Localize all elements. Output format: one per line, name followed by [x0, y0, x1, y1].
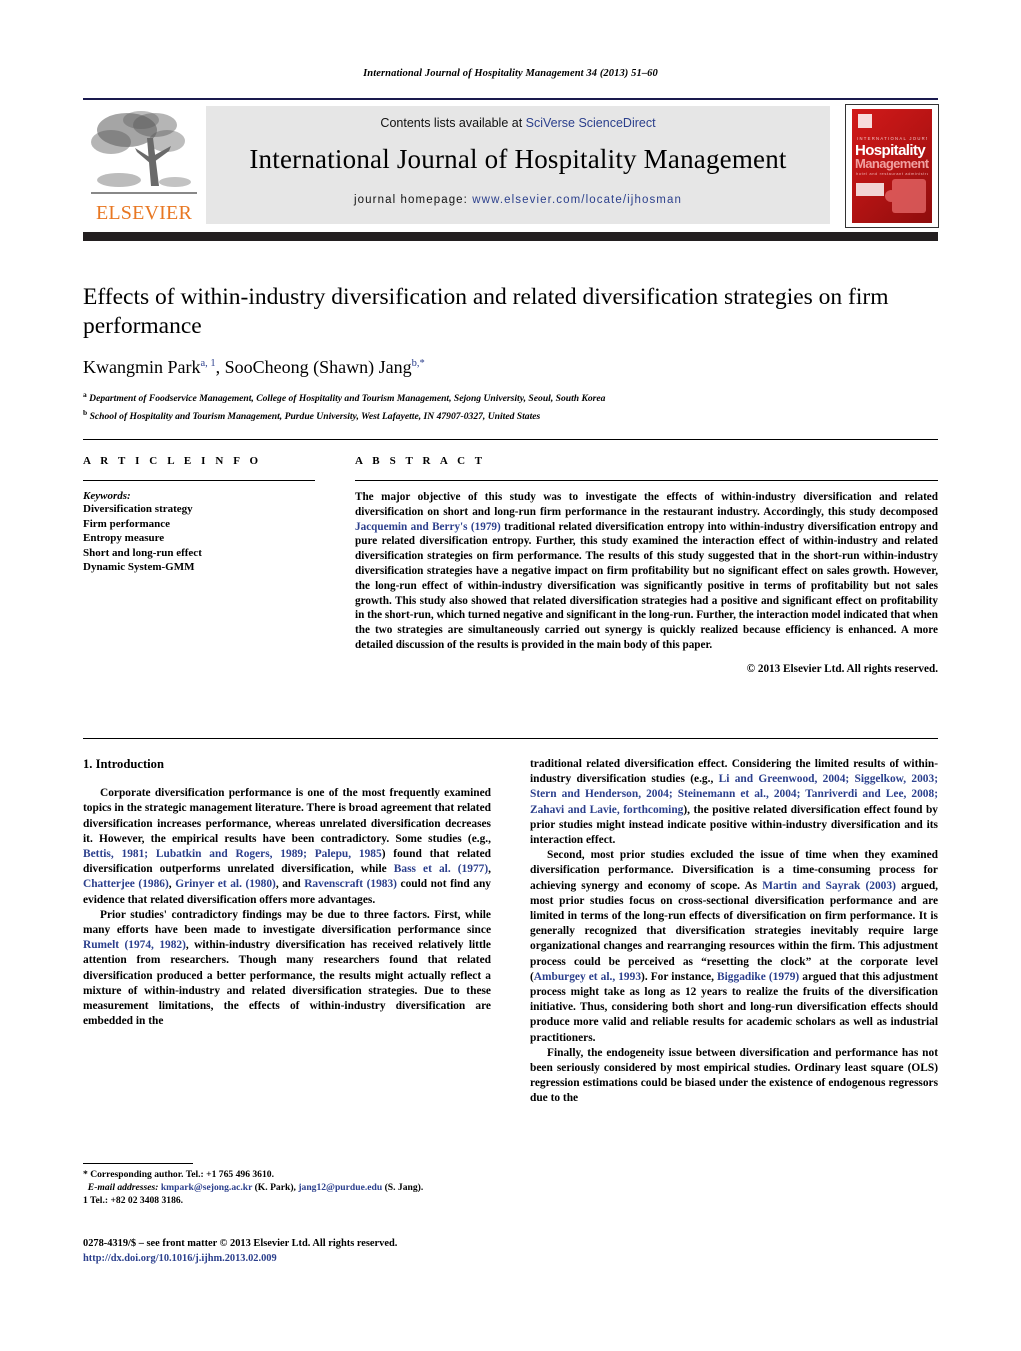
list-item: Diversification strategy: [83, 503, 193, 515]
affiliation-a: a Department of Foodservice Management, …: [83, 388, 938, 406]
article-info-bottom-rule: [83, 738, 938, 739]
citation-rumelt[interactable]: Rumelt (1974, 1982): [83, 939, 186, 951]
email-label: E-mail addresses:: [87, 1182, 159, 1194]
abstract-part-1: The major objective of this study was to…: [355, 491, 938, 518]
keyword-list: Diversification strategy Firm performanc…: [83, 502, 315, 575]
email-owner-park: (K. Park),: [254, 1182, 296, 1194]
email-link-jang[interactable]: jang12@purdue.edu: [298, 1182, 382, 1193]
text-run: ,: [488, 863, 491, 876]
paragraph: Prior studies' contradictory findings ma…: [83, 908, 491, 1030]
journal-article-page: International Journal of Hospitality Man…: [0, 0, 1021, 1351]
footnote-1-tel: 1 Tel.: +82 02 3408 3186.: [83, 1195, 184, 1207]
footnote-rule: [83, 1163, 193, 1164]
author-marks-2: b,*: [411, 358, 425, 369]
puzzle-piece-icon: [885, 179, 926, 213]
email-note: E-mail addresses: kmpark@sejong.ac.kr (K…: [83, 1181, 491, 1194]
author-marks-1: a, 1: [200, 358, 216, 369]
imprint-block: 0278-4319/$ – see front matter © 2013 El…: [83, 1236, 553, 1266]
affiliation-b-text: School of Hospitality and Tourism Manage…: [89, 410, 541, 422]
copyright-line: © 2013 Elsevier Ltd. All rights reserved…: [746, 662, 938, 675]
citation-amburgey[interactable]: Amburgey et al., 1993: [534, 971, 641, 983]
text-run: ). For instance,: [641, 970, 718, 983]
paragraph: Second, most prior studies excluded the …: [530, 848, 938, 1046]
article-info-column: A R T I C L E I N F O Keywords: Diversif…: [83, 455, 315, 575]
journal-band: Contents lists available at SciVerse Sci…: [206, 106, 830, 224]
footnote-block: * Corresponding author. Tel.: +1 765 496…: [83, 1168, 491, 1208]
affiliation-a-text: Department of Foodservice Management, Co…: [89, 393, 606, 405]
paragraph: traditional related diversification effe…: [530, 757, 938, 848]
elsevier-logo: ELSEVIER: [85, 106, 203, 224]
cover-subtitle: hotel and restaurant administration: [856, 171, 928, 176]
cover-badge: [856, 183, 884, 196]
affiliation-b-mark: b: [83, 407, 88, 417]
journal-title: International Journal of Hospitality Man…: [249, 144, 787, 174]
doi-link[interactable]: http://dx.doi.org/10.1016/j.ijhm.2013.02…: [83, 1251, 553, 1266]
list-item: Short and long-run effect: [83, 546, 202, 559]
email-link-park[interactable]: kmpark@sejong.ac.kr: [161, 1182, 252, 1193]
paragraph: Corporate diversification performance is…: [83, 786, 491, 908]
citation-bass[interactable]: Bass et al. (1977): [394, 863, 488, 875]
article-info-heading: A R T I C L E I N F O: [83, 455, 262, 467]
abstract-part-2: traditional related diversification entr…: [355, 520, 938, 651]
citation-ravenscraft[interactable]: Ravenscraft (1983): [304, 878, 397, 890]
homepage-url[interactable]: www.elsevier.com/locate/ijhosman: [472, 194, 682, 206]
contents-prefix: Contents lists available at: [380, 116, 526, 130]
citation-martin-sayrak[interactable]: Martin and Sayrak (2003): [762, 880, 896, 892]
article-info-rule: [83, 480, 315, 481]
elsevier-tree-icon: [91, 111, 197, 194]
citation-biggadike[interactable]: Biggadike (1979): [717, 971, 799, 983]
keywords-label: Keywords:: [83, 490, 131, 502]
journal-cover-thumbnail: INTERNATIONAL JOURNAL OF Hospitality Man…: [845, 104, 939, 228]
abstract-text: The major objective of this study was to…: [355, 490, 938, 653]
author-name-2: SooCheong (Shawn) Jang: [224, 357, 412, 377]
author-list: Kwangmin Parka, 1, SooCheong (Shawn) Jan…: [83, 357, 938, 378]
article-info-top-rule: [83, 439, 938, 440]
citation-jacquemin-berry[interactable]: Jacquemin and Berry's (1979): [355, 521, 501, 533]
author-name-1: Kwangmin Park: [83, 357, 201, 377]
section-heading-introduction: 1. Introduction: [83, 757, 164, 771]
paragraph: Finally, the endogeneity issue between d…: [530, 1046, 938, 1105]
front-matter-line: 0278-4319/$ – see front matter © 2013 El…: [83, 1238, 398, 1249]
journal-masthead: ELSEVIER Contents lists available at Sci…: [83, 98, 939, 228]
text-run: Corporate diversification performance is…: [83, 787, 491, 845]
journal-cover-art: INTERNATIONAL JOURNAL OF Hospitality Man…: [852, 109, 932, 223]
elsevier-wordmark: ELSEVIER: [95, 202, 193, 224]
affiliation-list: a Department of Foodservice Management, …: [83, 388, 938, 423]
text-run: argued, most prior studies focus on cros…: [530, 879, 938, 983]
masthead-top-rule: [83, 98, 938, 100]
body-column-right: traditional related diversification effe…: [530, 757, 938, 1107]
cover-title-line2: Management: [855, 156, 929, 171]
cover-elsevier-mark-icon: [858, 114, 872, 128]
abstract-column: A B S T R A C T The major objective of t…: [355, 455, 938, 675]
body-column-left: 1. Introduction Corporate diversificatio…: [83, 757, 491, 1029]
sciencedirect-link[interactable]: SciVerse ScienceDirect: [526, 116, 656, 130]
authors-separator: ,: [215, 357, 225, 377]
text-run: Prior studies' contradictory findings ma…: [83, 908, 491, 937]
journal-homepage-line: journal homepage: www.elsevier.com/locat…: [206, 194, 830, 206]
affiliation-a-mark: a: [83, 390, 87, 399]
list-item: Entropy measure: [83, 532, 165, 545]
corresponding-author-note: * Corresponding author. Tel.: +1 765 496…: [83, 1169, 274, 1180]
list-item: Dynamic System-GMM: [83, 561, 195, 574]
citation-bettis-lubatkin-palepu[interactable]: Bettis, 1981; Lubatkin and Rogers, 1989;…: [83, 848, 382, 860]
email-owner-jang: (S. Jang).: [384, 1182, 424, 1194]
text-run: , and: [275, 878, 305, 891]
abstract-heading: A B S T R A C T: [355, 455, 486, 467]
homepage-label: journal homepage:: [354, 194, 468, 206]
affiliation-b: b School of Hospitality and Tourism Mana…: [83, 406, 938, 424]
page-title: Effects of within-industry diversificati…: [83, 284, 889, 339]
citation-grinyer[interactable]: Grinyer et al. (1980): [175, 878, 276, 890]
list-item: Firm performance: [83, 517, 171, 530]
masthead-dark-band: [83, 232, 938, 241]
cover-kicker: INTERNATIONAL JOURNAL OF: [857, 136, 927, 141]
contents-available-line: Contents lists available at SciVerse Sci…: [206, 116, 830, 130]
running-head: International Journal of Hospitality Man…: [363, 68, 658, 79]
abstract-rule: [355, 480, 938, 481]
text-run: , within-industry diversification has re…: [83, 939, 491, 1028]
title-block: Effects of within-industry diversificati…: [83, 283, 938, 423]
citation-chatterjee[interactable]: Chatterjee (1986): [83, 878, 169, 890]
